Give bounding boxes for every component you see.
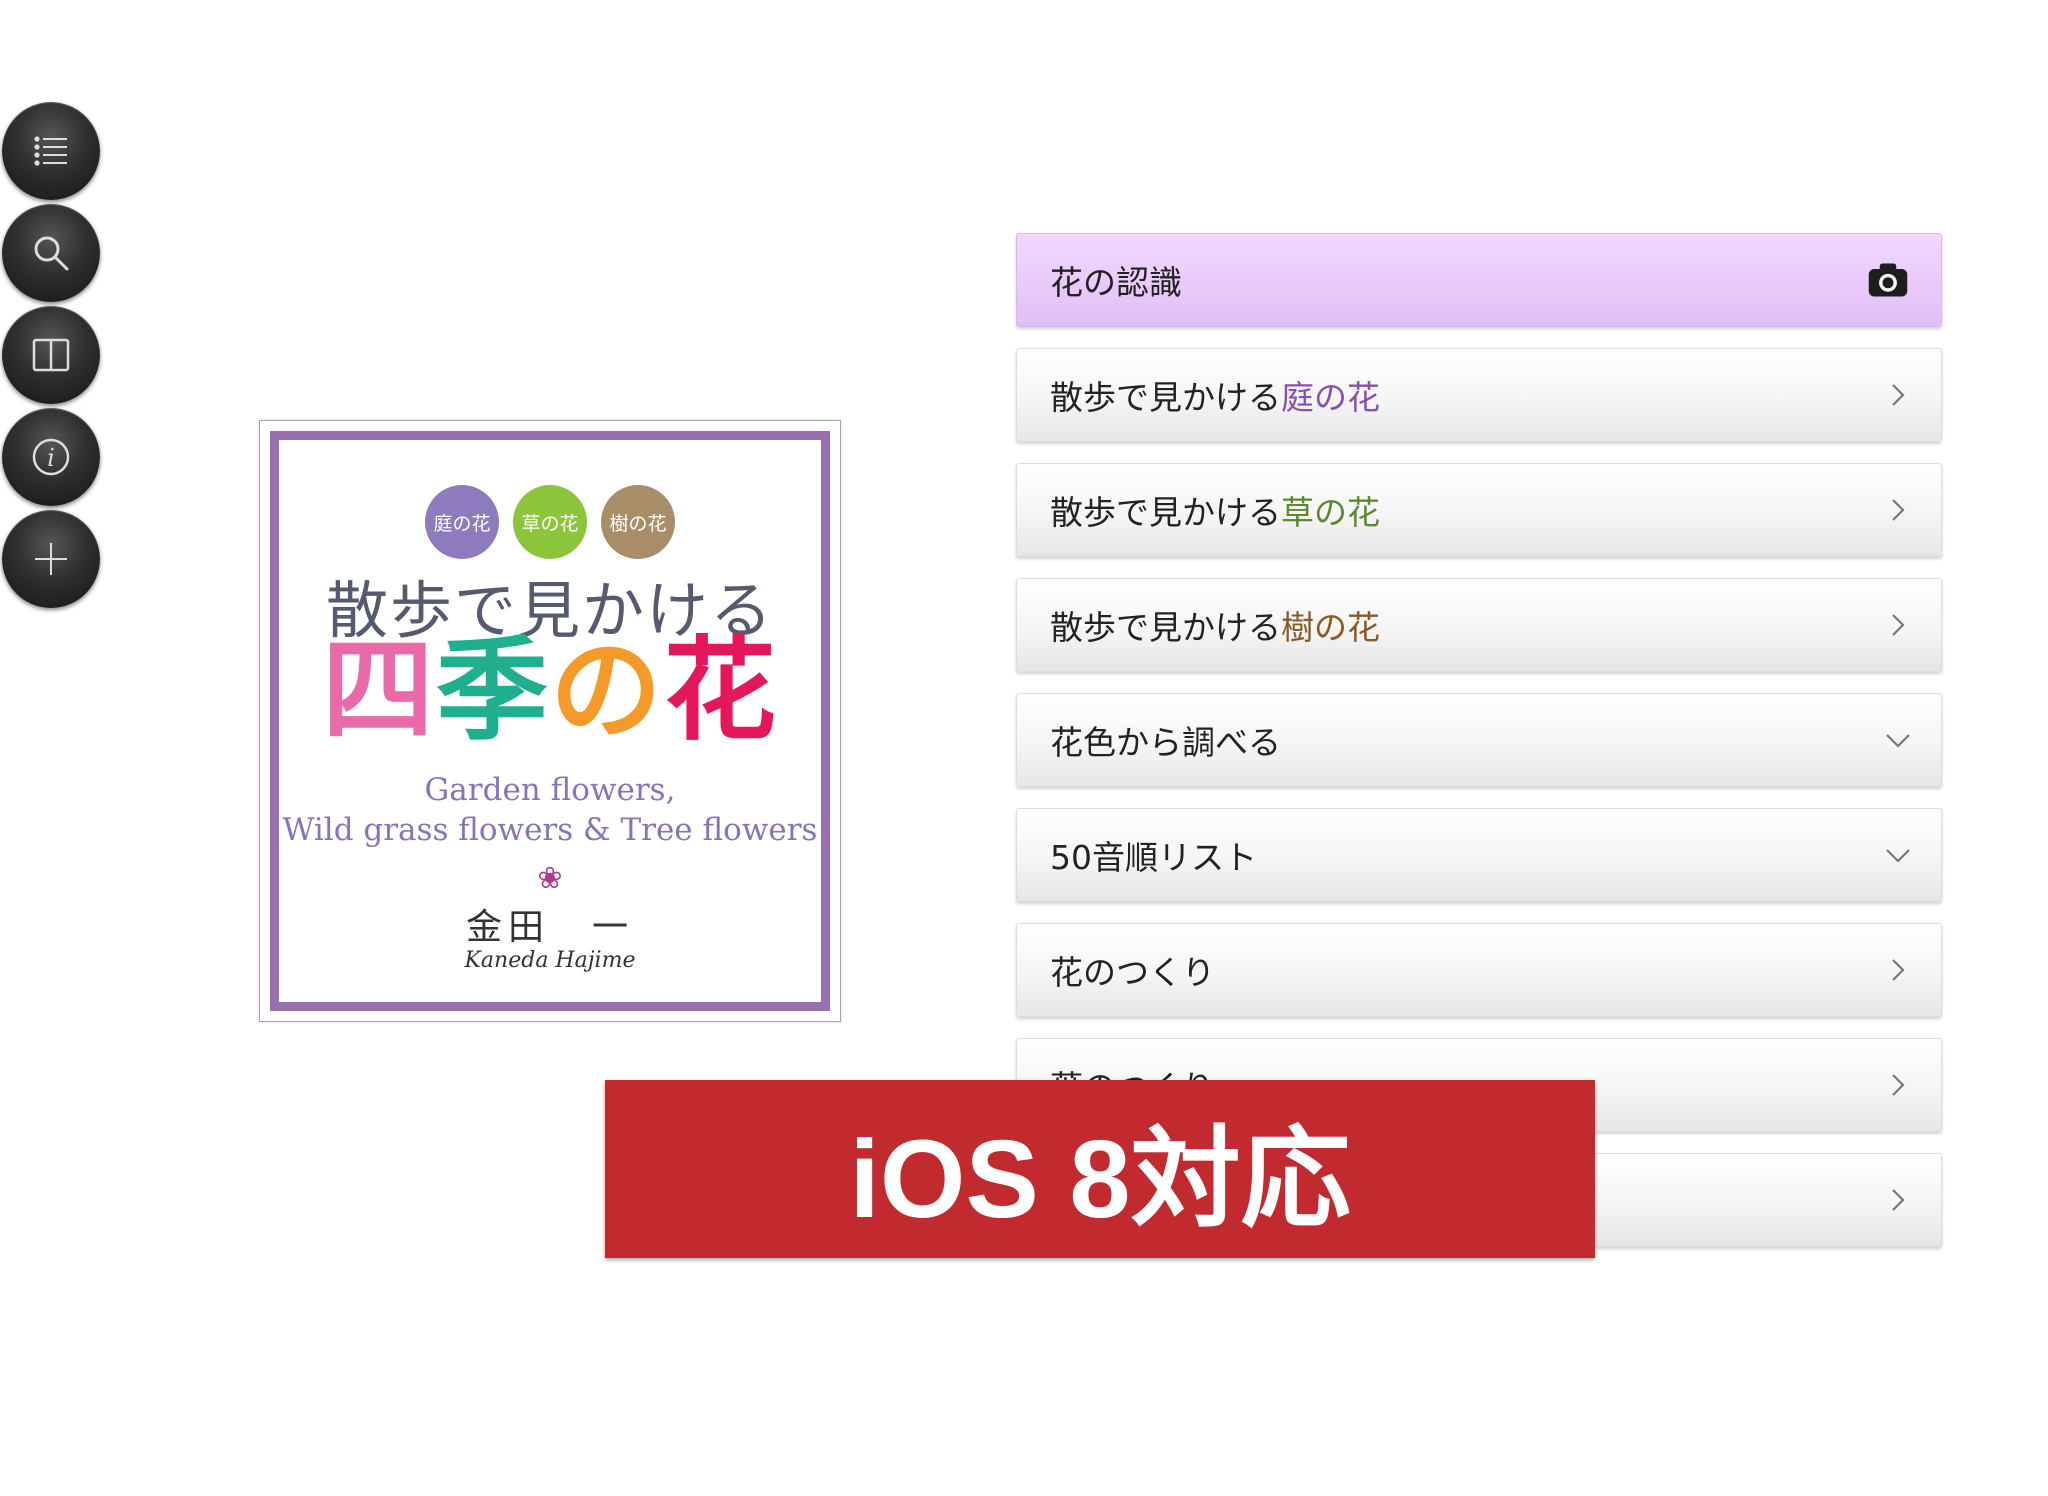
menu-item-garden-flowers[interactable]: 散歩で見かける庭の花: [1016, 348, 1942, 442]
menu-item-gojuon-list[interactable]: 50音順リスト: [1016, 808, 1942, 902]
title-char: の: [550, 626, 664, 756]
menu-item-label: 花のつくり: [1050, 953, 1215, 992]
chevron-down-icon: [1886, 734, 1910, 748]
menu-item-label: 花の認識: [1050, 263, 1182, 302]
cover-title: 四季の花: [279, 635, 821, 747]
info-button[interactable]: i: [2, 408, 100, 506]
book-icon: [32, 338, 70, 372]
english-line-2: Wild grass flowers & Tree flowers: [282, 812, 818, 848]
title-char: 季: [436, 626, 550, 756]
menu-item-label: 散歩で見かける樹の花: [1050, 608, 1380, 647]
menu-item-label: 花色から調べる: [1050, 723, 1281, 762]
plus-icon: [35, 543, 67, 575]
title-char: 花: [664, 626, 778, 756]
menu-item-flower-recognition[interactable]: 花の認識: [1016, 233, 1942, 327]
cover-frame: 庭の花 草の花 樹の花 散歩で見かける 四季の花 Garden flowers,…: [270, 431, 830, 1011]
add-button[interactable]: [2, 510, 100, 608]
book-cover: 庭の花 草の花 樹の花 散歩で見かける 四季の花 Garden flowers,…: [259, 420, 841, 1022]
chevron-right-icon: [1892, 384, 1905, 406]
chevron-down-icon: [1886, 849, 1910, 863]
cover-badges: 庭の花 草の花 樹の花: [279, 485, 821, 559]
list-button[interactable]: [2, 102, 100, 200]
search-icon: [34, 236, 69, 271]
menu-item-grass-flowers[interactable]: 散歩で見かける草の花: [1016, 463, 1942, 557]
chevron-right-icon: [1892, 499, 1905, 521]
search-button[interactable]: [2, 204, 100, 302]
badge-tree: 樹の花: [601, 485, 675, 559]
chevron-right-icon: [1892, 1074, 1905, 1096]
menu-item-flower-structure[interactable]: 花のつくり: [1016, 923, 1942, 1017]
chevron-right-icon: [1892, 614, 1905, 636]
ios8-support-banner: iOS 8対応: [605, 1080, 1595, 1258]
author-name: 金田 一: [465, 907, 634, 948]
camera-icon[interactable]: [1863, 258, 1913, 302]
menu-item-tree-flowers[interactable]: 散歩で見かける樹の花: [1016, 578, 1942, 672]
svg-text:i: i: [47, 444, 55, 472]
menu-item-label: 散歩で見かける庭の花: [1050, 378, 1380, 417]
cover-english-title: Garden flowers, Wild grass flowers & Tre…: [279, 770, 821, 850]
info-icon: i: [32, 438, 70, 476]
badge-grass: 草の花: [513, 485, 587, 559]
badge-garden: 庭の花: [425, 485, 499, 559]
menu-item-label: 散歩で見かける草の花: [1050, 493, 1380, 532]
author-name-en: Kaneda Hajime: [464, 948, 636, 973]
menu-item-label: 50音順リスト: [1050, 838, 1257, 877]
flower-ornament-icon: ❀: [537, 861, 563, 896]
title-char: 四: [322, 626, 436, 756]
list-icon: [34, 136, 67, 166]
english-line-1: Garden flowers,: [424, 772, 676, 808]
menu-item-search-by-color[interactable]: 花色から調べる: [1016, 693, 1942, 787]
book-button[interactable]: [2, 306, 100, 404]
chevron-right-icon: [1892, 1189, 1905, 1211]
chevron-right-icon: [1892, 959, 1905, 981]
